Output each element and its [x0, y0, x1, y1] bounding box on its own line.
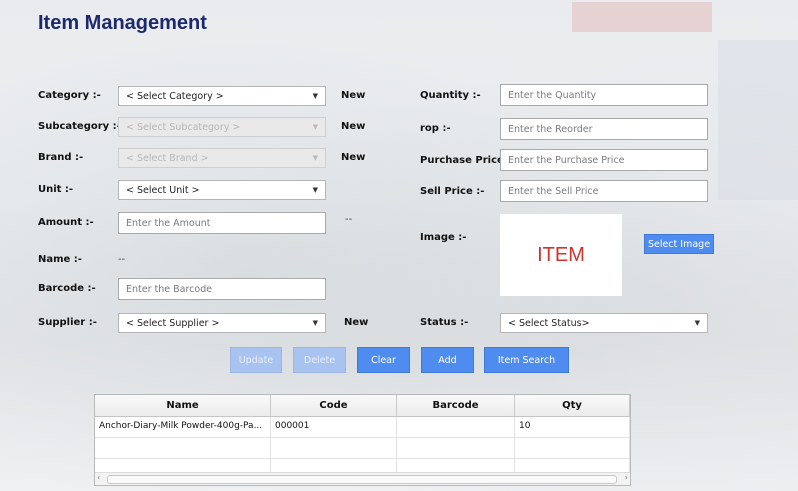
amount-unit-text: -- [345, 214, 353, 225]
table-row[interactable]: Anchor-Diary-Milk Powder-400g-Pa... 0000… [95, 417, 630, 438]
name-label: Name :- [38, 254, 82, 265]
empty-cell [515, 438, 630, 458]
category-select-value: < Select Category > [126, 91, 224, 102]
status-select-value: < Select Status> [508, 318, 590, 329]
supplier-label: Supplier :- [38, 317, 97, 328]
column-header-code[interactable]: Code [271, 395, 397, 416]
new-brand-link[interactable]: New [341, 152, 365, 163]
table-cell-barcode [397, 417, 515, 437]
sell-price-label: Sell Price :- [420, 186, 485, 197]
table-row-empty [95, 438, 630, 459]
table-cell-qty: 10 [515, 417, 630, 437]
unit-select-value: < Select Unit > [126, 185, 200, 196]
brand-select[interactable]: < Select Brand > ▼ [118, 148, 326, 168]
column-header-name[interactable]: Name [95, 395, 271, 416]
status-select[interactable]: < Select Status> ▼ [500, 313, 708, 333]
empty-cell [271, 438, 397, 458]
subcategory-select-value: < Select Subcategory > [126, 122, 241, 133]
category-label: Category :- [38, 90, 101, 101]
empty-cell [397, 438, 515, 458]
brand-label: Brand :- [38, 152, 84, 163]
amount-input[interactable] [118, 212, 326, 234]
name-value: -- [118, 254, 126, 265]
new-supplier-link[interactable]: New [344, 317, 368, 328]
quantity-input[interactable] [500, 84, 708, 106]
horizontal-scrollbar[interactable]: ‹ › [95, 472, 630, 485]
chevron-down-icon: ▼ [312, 319, 318, 327]
item-image-text: ITEM [537, 243, 585, 266]
barcode-label: Barcode :- [38, 283, 96, 294]
clear-button[interactable]: Clear [357, 347, 410, 373]
page-title: Item Management [38, 12, 207, 34]
supplier-select-value: < Select Supplier > [126, 318, 220, 329]
column-header-barcode[interactable]: Barcode [397, 395, 515, 416]
background-sign [572, 2, 712, 32]
amount-label: Amount :- [38, 217, 94, 228]
chevron-down-icon: ▼ [312, 123, 318, 131]
brand-select-value: < Select Brand > [126, 153, 209, 164]
new-subcategory-link[interactable]: New [341, 121, 365, 132]
supplier-select[interactable]: < Select Supplier > ▼ [118, 313, 326, 333]
table-cell-code: 000001 [271, 417, 397, 437]
item-search-button[interactable]: Item Search [484, 347, 569, 373]
arrow-right-icon[interactable]: › [625, 473, 628, 482]
table-cell-name: Anchor-Diary-Milk Powder-400g-Pa... [95, 417, 271, 437]
new-category-link[interactable]: New [341, 90, 365, 101]
subcategory-select[interactable]: < Select Subcategory > ▼ [118, 117, 326, 137]
items-table[interactable]: Name Code Barcode Qty Anchor-Diary-Milk … [94, 394, 631, 486]
unit-select[interactable]: < Select Unit > ▼ [118, 180, 326, 200]
arrow-left-icon[interactable]: ‹ [97, 473, 100, 482]
status-label: Status :- [420, 317, 469, 328]
scrollbar-thumb[interactable] [107, 475, 617, 484]
barcode-input[interactable] [118, 278, 326, 300]
empty-cell [95, 438, 271, 458]
table-header: Name Code Barcode Qty [95, 395, 630, 417]
chevron-down-icon: ▼ [312, 186, 318, 194]
quantity-label: Quantity :- [420, 90, 481, 101]
unit-label: Unit :- [38, 184, 74, 195]
background-panel [718, 40, 798, 200]
rop-label: rop :- [420, 123, 451, 134]
column-header-qty[interactable]: Qty [515, 395, 630, 416]
subcategory-label: Subcategory :- [38, 121, 121, 132]
chevron-down-icon: ▼ [312, 92, 318, 100]
chevron-down-icon: ▼ [694, 319, 700, 327]
select-image-button[interactable]: Select Image [644, 234, 714, 254]
image-label: Image :- [420, 232, 467, 243]
sell-price-input[interactable] [500, 180, 708, 202]
item-image-preview: ITEM [500, 214, 622, 296]
add-button[interactable]: Add [421, 347, 474, 373]
reorder-input[interactable] [500, 118, 708, 140]
purchase-price-input[interactable] [500, 149, 708, 171]
delete-button[interactable]: Delete [293, 347, 346, 373]
category-select[interactable]: < Select Category > ▼ [118, 86, 326, 106]
chevron-down-icon: ▼ [312, 154, 318, 162]
update-button[interactable]: Update [230, 347, 282, 373]
